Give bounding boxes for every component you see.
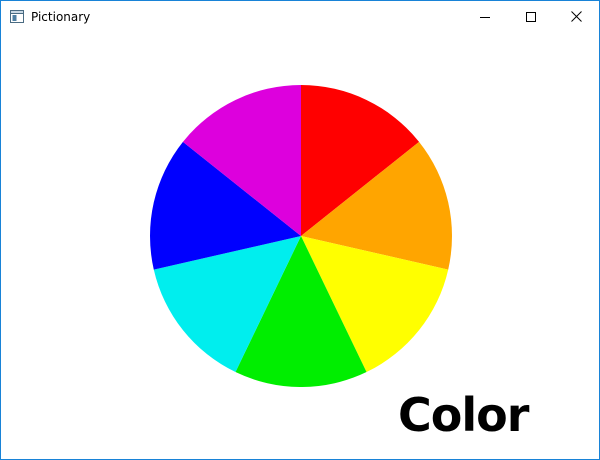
close-icon [570,11,582,22]
minimize-button[interactable] [462,1,508,32]
app-window-icon [10,10,24,23]
window-title: Pictionary [31,10,91,24]
word-label: Color [398,388,529,442]
close-button[interactable] [553,1,599,32]
app-window: Pictionary Color [0,0,600,460]
color-wheel [150,85,452,387]
minimize-icon [480,16,490,18]
maximize-button[interactable] [508,1,554,32]
title-bar[interactable]: Pictionary [1,1,599,32]
maximize-icon [526,11,536,22]
canvas-area: Color [1,32,599,459]
